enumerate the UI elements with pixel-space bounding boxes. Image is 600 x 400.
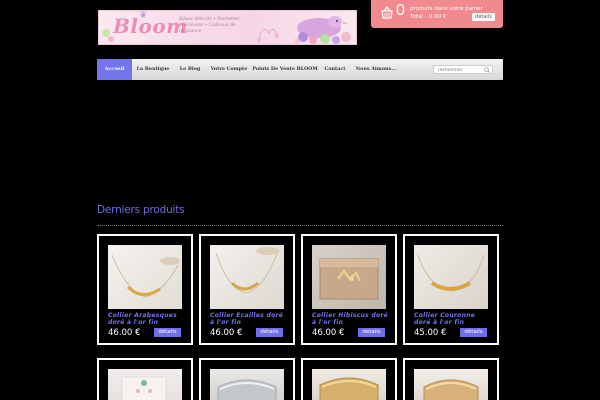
product-image[interactable]: [108, 245, 182, 309]
product-details-button[interactable]: détails: [460, 328, 487, 337]
product-price: 46.00 €: [108, 328, 141, 338]
cart-count: 0: [396, 2, 405, 19]
product-card[interactable]: Collier Couronne doré à l'or fin 45.00 €…: [403, 234, 499, 345]
product-image[interactable]: [210, 369, 284, 400]
basket-icon: [381, 6, 393, 19]
bird-icon: ❦: [139, 10, 148, 21]
product-title[interactable]: Collier Hibiscus doré à l'or fin: [312, 312, 390, 326]
bird-illustration: [257, 16, 351, 44]
product-details-button[interactable]: détails: [358, 328, 385, 337]
nav-item-contact[interactable]: Contact: [318, 59, 352, 80]
logo-banner[interactable]: Bloom ❦ Bijoux délicats • Pochettes préc…: [98, 10, 357, 45]
product-details-button[interactable]: détails: [154, 328, 181, 337]
product-details-button[interactable]: détails: [256, 328, 283, 337]
main-navigation: Accueil La Boutique Le Blog Votre Compte…: [97, 59, 503, 80]
search-box: [433, 65, 493, 74]
nav-item-points-de-vente[interactable]: Points De Vente BLOOM: [252, 59, 318, 80]
product-card[interactable]: Collier Ecailles doré à l'or fin 46.00 €…: [199, 234, 295, 345]
product-price: 46.00 €: [312, 328, 345, 338]
search-icon[interactable]: [484, 67, 490, 73]
product-price: 46.00 €: [210, 328, 243, 338]
product-image[interactable]: [414, 369, 488, 400]
nav-item-accueil[interactable]: Accueil: [97, 59, 132, 80]
cart-widget[interactable]: 0 produits dans votre panier Total : 0.0…: [371, 0, 503, 28]
section-title: Derniers produits: [97, 204, 185, 216]
nav-item-la-boutique[interactable]: La Boutique: [132, 59, 174, 80]
product-image[interactable]: [210, 245, 284, 309]
search-input[interactable]: [438, 67, 482, 73]
product-image[interactable]: [108, 369, 182, 400]
product-title[interactable]: Collier Couronne doré à l'or fin: [414, 312, 492, 326]
product-card[interactable]: Collier Hibiscus doré à l'or fin 46.00 €…: [301, 234, 397, 345]
product-image[interactable]: [312, 245, 386, 309]
nav-item-votre-compte[interactable]: Votre Compte: [206, 59, 252, 80]
product-image[interactable]: [312, 369, 386, 400]
cart-details-button[interactable]: détails: [472, 13, 495, 21]
product-card[interactable]: [301, 358, 397, 400]
logo-text: Bloom: [113, 14, 188, 38]
product-price: 45.00 €: [414, 328, 447, 338]
cart-total: 0.00 €: [429, 14, 447, 20]
logo-tagline: Bijoux délicats • Pochettes précieuses •…: [179, 17, 240, 34]
cart-label: produits dans votre panier: [410, 6, 483, 12]
product-title[interactable]: Collier Ecailles doré à l'or fin: [210, 312, 288, 326]
product-title[interactable]: Collier Arabesques doré à l'or fin: [108, 312, 186, 326]
product-card[interactable]: [403, 358, 499, 400]
product-image[interactable]: [414, 245, 488, 309]
product-card[interactable]: Collier Arabesques doré à l'or fin 46.00…: [97, 234, 193, 345]
cart-total-label: Total :: [410, 14, 427, 20]
product-card[interactable]: [199, 358, 295, 400]
section-divider: [97, 225, 503, 226]
product-card[interactable]: [97, 358, 193, 400]
nav-item-nous-aimons[interactable]: Nous Aimons...: [352, 59, 400, 80]
nav-item-le-blog[interactable]: Le Blog: [174, 59, 206, 80]
